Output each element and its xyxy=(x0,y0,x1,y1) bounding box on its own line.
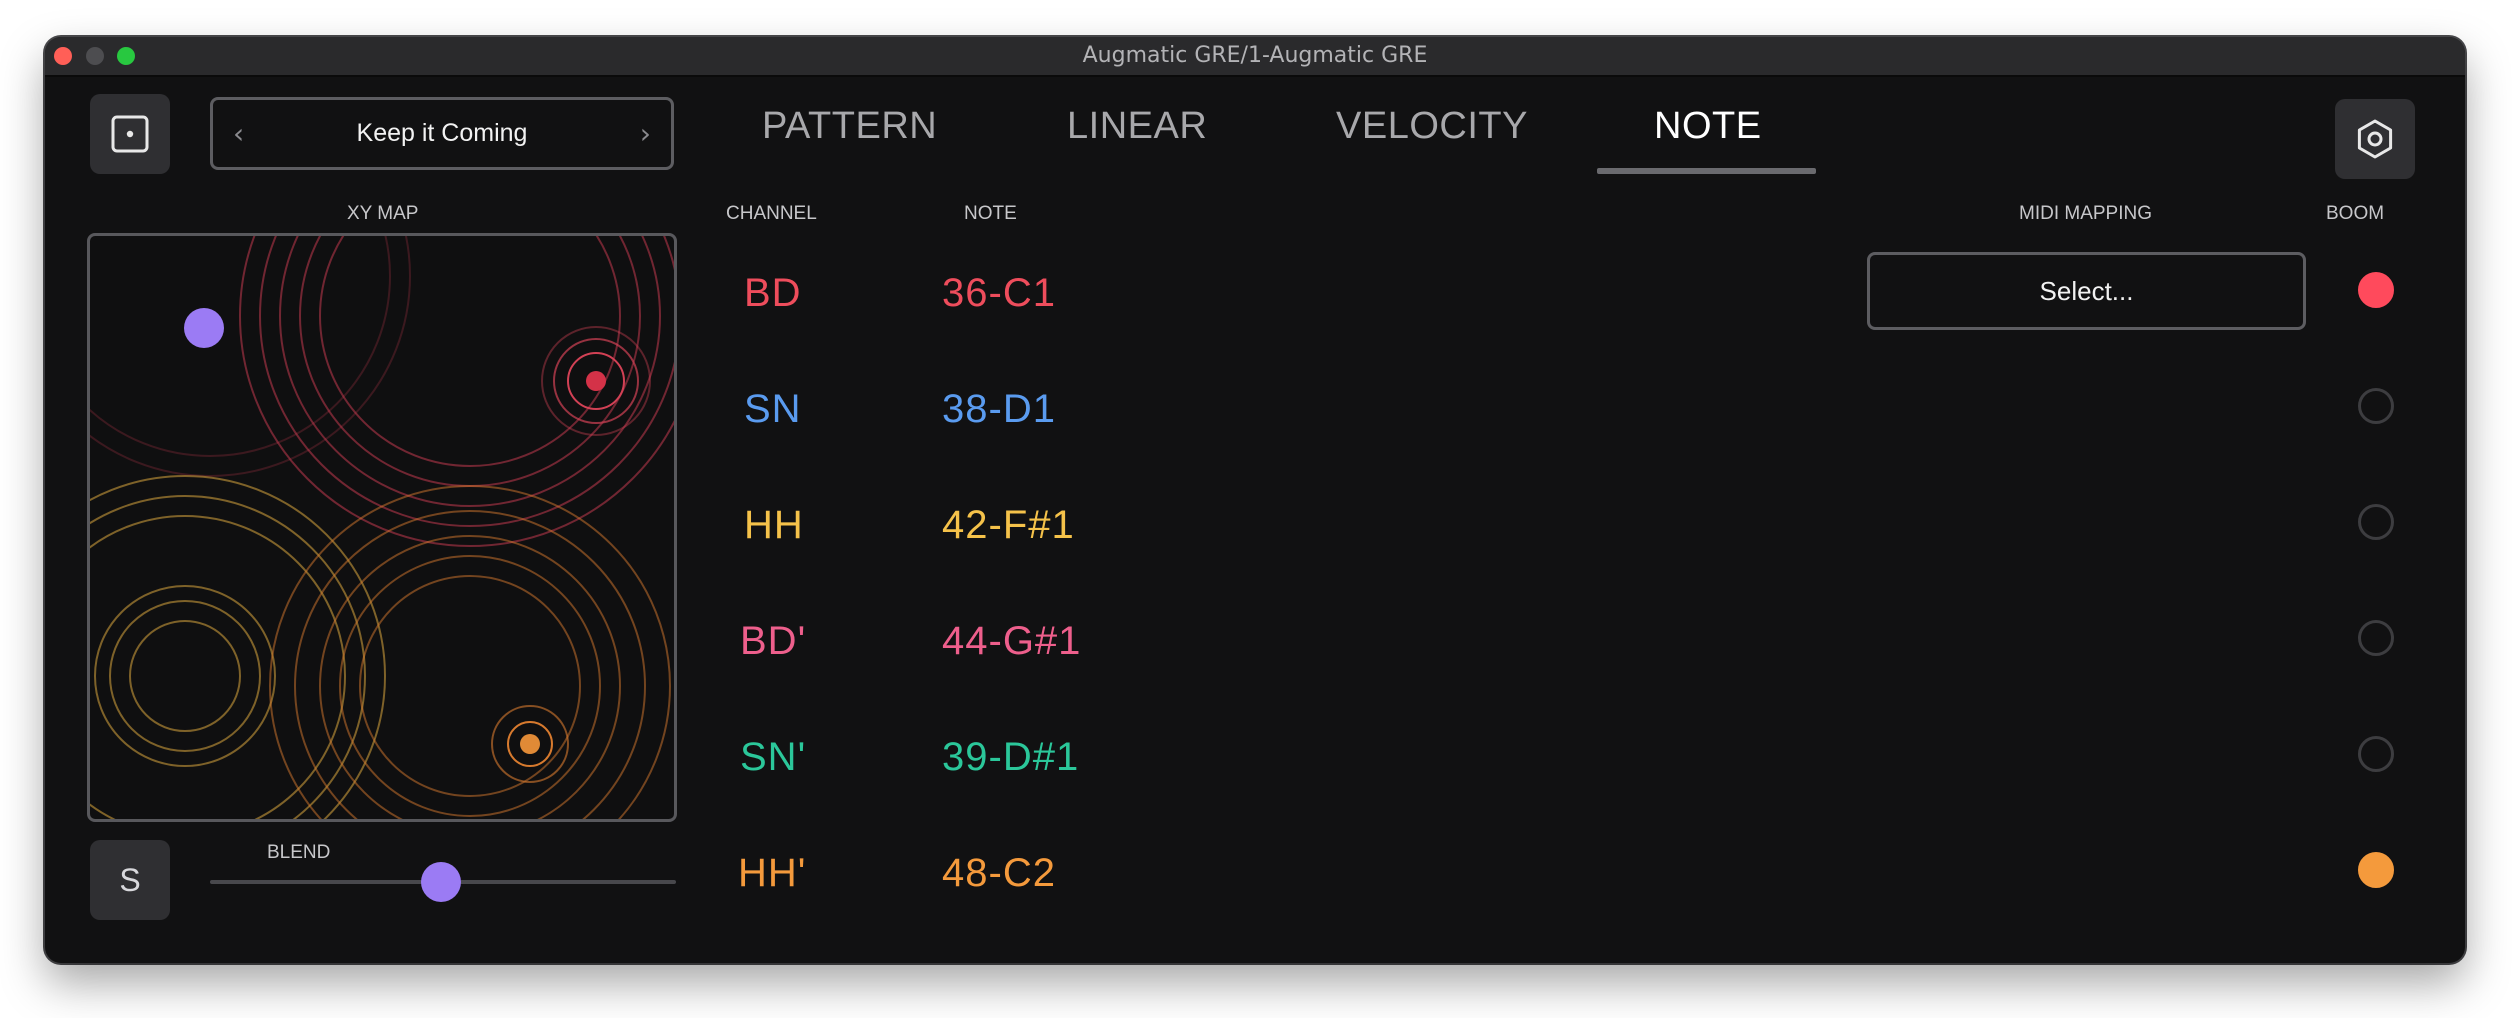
note-value-bd[interactable]: 36-C1 xyxy=(942,271,1056,316)
bd-source-marker xyxy=(541,326,651,436)
boom-toggle-sn-alt[interactable] xyxy=(2358,736,2394,772)
preset-name: Keep it Coming xyxy=(356,119,528,147)
window-title: Augmatic GRE/1-Augmatic GRE xyxy=(1082,43,1428,68)
active-tab-indicator xyxy=(1597,168,1816,174)
channel-label-sn: SN xyxy=(744,387,802,431)
preset-prev-button[interactable]: ‹ xyxy=(233,117,244,150)
blend-label: BLEND xyxy=(267,842,331,863)
channel-column-header: CHANNEL xyxy=(726,203,817,224)
tab-linear[interactable]: LINEAR xyxy=(1067,105,1207,148)
hh-alt-source-marker xyxy=(491,705,569,783)
midi-mapping-column-header: MIDI MAPPING xyxy=(2019,203,2153,224)
boom-toggle-bd[interactable] xyxy=(2358,272,2394,308)
boom-toggle-hh-alt[interactable] xyxy=(2358,852,2394,888)
note-value-hh-alt[interactable]: 48-C2 xyxy=(942,851,1056,896)
midi-mapping-select[interactable]: Select... xyxy=(1867,252,2306,330)
channel-label-bd-alt: BD' xyxy=(740,619,807,663)
note-value-sn-alt[interactable]: 39-D#1 xyxy=(942,735,1079,780)
note-value-bd-alt[interactable]: 44-G#1 xyxy=(942,619,1081,664)
xy-map-visualization xyxy=(90,236,674,819)
tab-note[interactable]: NOTE xyxy=(1654,105,1762,148)
settings-button[interactable] xyxy=(2335,99,2415,179)
channel-label-sn-alt: SN' xyxy=(740,735,807,779)
solo-button-label: S xyxy=(119,861,141,898)
note-value-hh[interactable]: 42-F#1 xyxy=(942,503,1075,548)
title-bar: Augmatic GRE/1-Augmatic GRE xyxy=(45,37,2465,77)
xy-map-label: XY MAP xyxy=(347,203,419,224)
tab-velocity[interactable]: VELOCITY xyxy=(1336,105,1528,148)
randomize-button[interactable] xyxy=(90,94,170,174)
channel-label-hh-alt: HH' xyxy=(738,851,807,895)
channel-label-hh: HH xyxy=(744,503,804,547)
boom-toggle-bd-alt[interactable] xyxy=(2358,620,2394,656)
plugin-window: Augmatic GRE/1-Augmatic GRE ‹ Keep it Co… xyxy=(45,37,2465,963)
blend-slider-handle[interactable] xyxy=(421,862,461,902)
dice-icon xyxy=(111,115,149,153)
xy-cursor xyxy=(184,308,224,348)
xy-map-pad[interactable] xyxy=(87,233,677,822)
note-value-sn[interactable]: 38-D1 xyxy=(942,387,1056,432)
boom-toggle-hh[interactable] xyxy=(2358,504,2394,540)
preset-next-button[interactable]: › xyxy=(640,117,651,150)
channel-label-bd: BD xyxy=(744,271,802,315)
note-column-header: NOTE xyxy=(964,203,1017,224)
midi-mapping-select-label: Select... xyxy=(2039,275,2134,306)
tab-pattern[interactable]: PATTERN xyxy=(762,105,937,148)
gear-icon xyxy=(2357,119,2393,159)
solo-button[interactable]: S xyxy=(90,840,170,920)
boom-toggle-sn[interactable] xyxy=(2358,388,2394,424)
boom-column-header: BOOM xyxy=(2326,203,2385,224)
preset-selector[interactable]: ‹ Keep it Coming › xyxy=(210,97,674,170)
